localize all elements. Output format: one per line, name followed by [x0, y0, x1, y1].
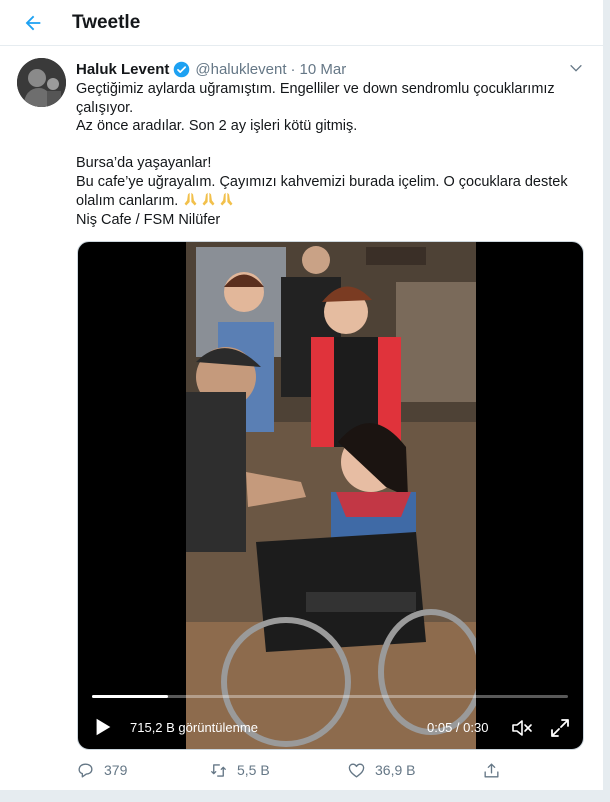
tweet-line: Bu cafe’ye uğrayalım. Çayımızı kahvemizi…	[76, 173, 568, 190]
fullscreen-icon[interactable]	[548, 716, 572, 740]
video-progress-bar[interactable]	[92, 695, 568, 698]
share-icon	[484, 762, 499, 778]
tweet-line: Niş Cafe / FSM Nilüfer	[76, 211, 221, 228]
tweet-line-text: olalım canlarım.	[76, 193, 179, 209]
avatar[interactable]	[17, 58, 66, 107]
like-count: 36,9 B	[375, 762, 416, 778]
tweet-page: Tweetle Haluk Levent @haluklevent · 10 M…	[0, 0, 604, 802]
tweet-line: çalışıyor.	[76, 99, 134, 116]
separator-dot: ·	[290, 60, 296, 78]
arrow-left-icon	[25, 15, 41, 31]
video-time: 0:05 / 0:30	[427, 720, 489, 735]
tweet-line: olalım canlarım.	[76, 191, 586, 211]
retweet-button[interactable]: 5,5 B	[209, 758, 270, 782]
tweet-header: Haluk Levent @haluklevent · 10 Mar	[76, 59, 346, 79]
view-count: 715,2 B görüntülenme	[130, 720, 258, 735]
page-title: Tweetle	[72, 12, 141, 33]
display-name[interactable]: Haluk Levent	[76, 61, 169, 78]
more-options-button[interactable]	[566, 58, 586, 78]
video-progress-fill	[92, 695, 169, 698]
reply-icon	[78, 762, 93, 778]
like-button[interactable]: 36,9 B	[347, 758, 415, 782]
volume-muted-icon[interactable]	[510, 716, 534, 740]
heart-icon	[348, 762, 365, 778]
divider	[0, 790, 604, 802]
tweet-line: Bursa’da yaşayanlar!	[76, 155, 212, 171]
folded-hands-emoji-icon	[220, 192, 233, 206]
play-icon[interactable]	[92, 716, 114, 738]
video-player[interactable]: 715,2 B görüntülenme 0:05 / 0:30	[77, 241, 584, 750]
share-button[interactable]	[482, 758, 501, 782]
chevron-down-icon	[570, 64, 582, 72]
verified-badge-icon	[174, 61, 190, 77]
reply-count: 379	[104, 762, 128, 778]
tweet-date[interactable]: 10 Mar	[300, 61, 347, 78]
tweet-actions: 379 5,5 B 36,9 B	[76, 758, 596, 782]
top-bar: Tweetle	[0, 0, 604, 46]
tweet-line: Geçtiğimiz aylarda uğramıştım. Engellile…	[76, 81, 555, 97]
retweet-icon	[211, 763, 226, 777]
video-frame	[186, 242, 476, 749]
user-handle[interactable]: @haluklevent	[195, 61, 286, 78]
folded-hands-emoji-icon	[202, 192, 215, 206]
retweet-count: 5,5 B	[237, 762, 270, 778]
reply-button[interactable]: 379	[76, 758, 127, 782]
folded-hands-emoji-icon	[184, 192, 197, 206]
tweet-line: Az önce aradılar. Son 2 ay işleri kötü g…	[76, 118, 358, 134]
back-button[interactable]	[18, 8, 48, 38]
tweet-text: Geçtiğimiz aylarda uğramıştım. Engellile…	[76, 80, 586, 229]
